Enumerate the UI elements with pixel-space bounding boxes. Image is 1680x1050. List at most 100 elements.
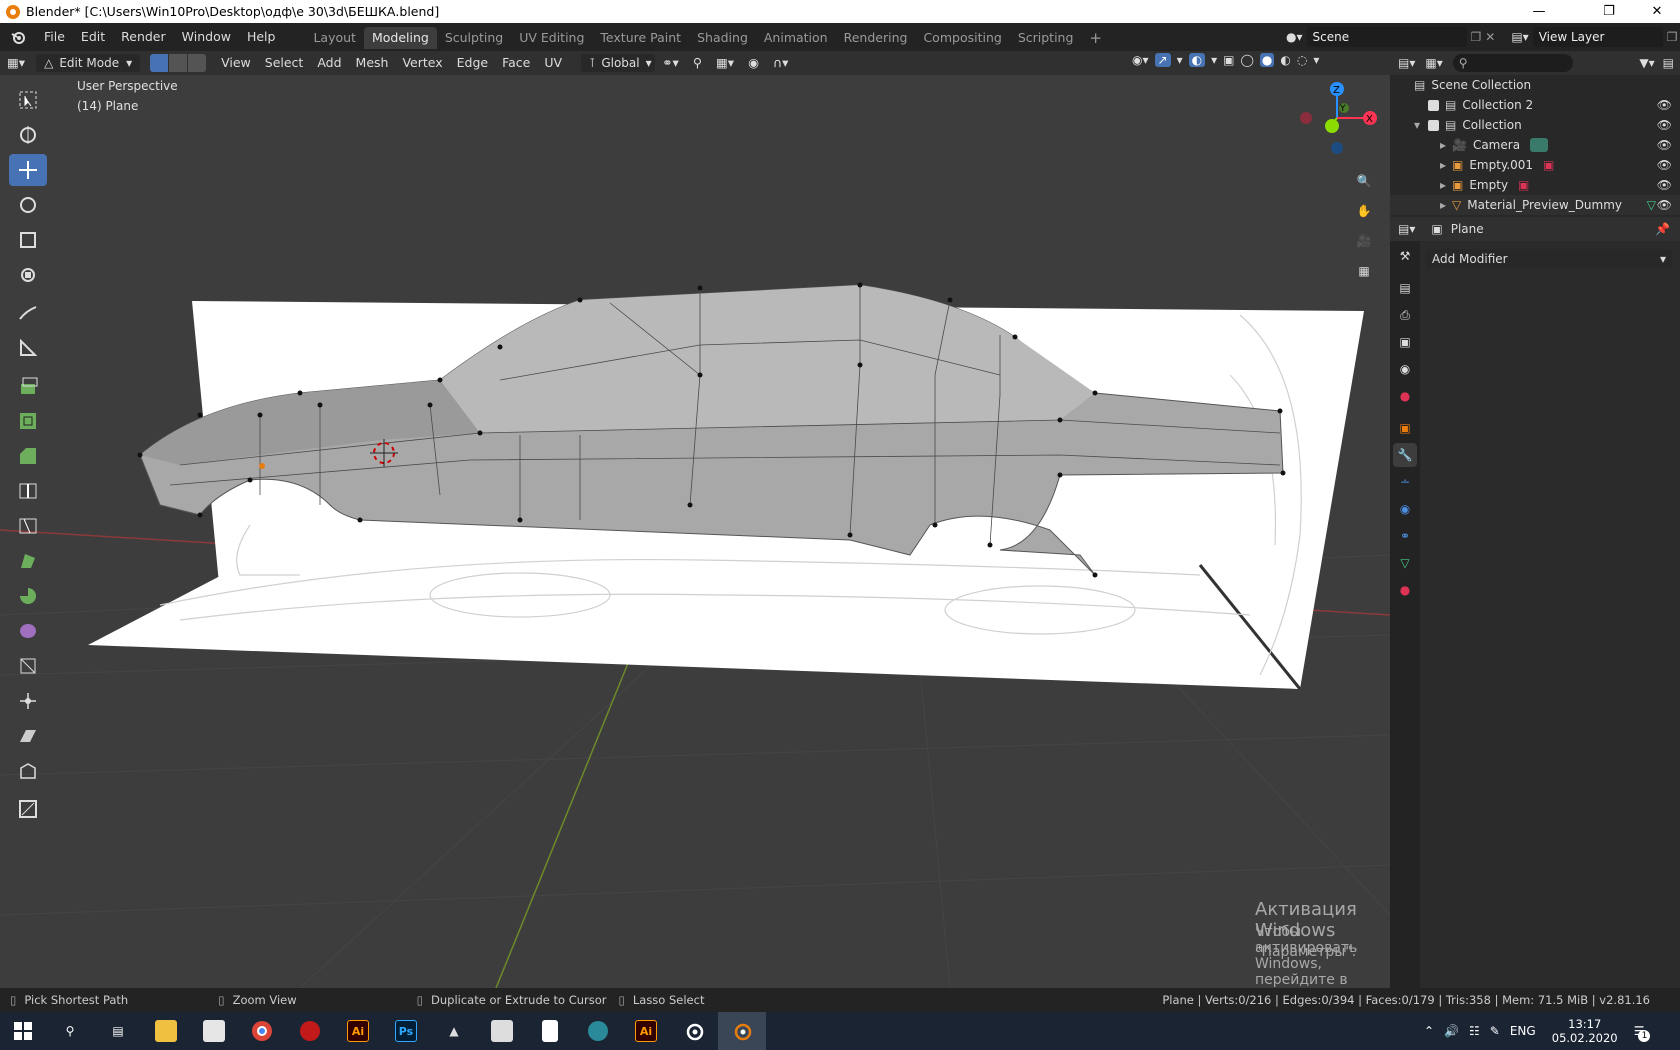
language-indicator[interactable]: ENG	[1510, 1024, 1536, 1038]
spin-tool-icon[interactable]	[9, 580, 47, 612]
xray-icon[interactable]: ▣	[1223, 53, 1234, 67]
image-reference-icon[interactable]	[9, 793, 47, 825]
data-tab-icon[interactable]: ▽	[1393, 551, 1417, 575]
loop-cut-tool-icon[interactable]	[9, 475, 47, 507]
material-tab-icon[interactable]: ●	[1393, 578, 1417, 602]
clock[interactable]: 13:17 05.02.2020	[1546, 1017, 1624, 1045]
view-layer-field[interactable]: View Layer	[1532, 27, 1663, 47]
smooth-tool-icon[interactable]	[9, 615, 47, 647]
tool-tab-icon[interactable]: ⚒	[1393, 244, 1417, 268]
pin-icon[interactable]: 📌	[1655, 222, 1670, 236]
expand-arrow-icon[interactable]: ▸	[1440, 158, 1452, 172]
file-explorer-icon[interactable]	[142, 1012, 190, 1050]
navigation-gizmo[interactable]: Z X Y	[1292, 80, 1382, 160]
tab-modeling[interactable]: Modeling	[363, 27, 437, 49]
rip-tool-icon[interactable]	[9, 755, 47, 787]
perspective-toggle-icon[interactable]: ▦	[1350, 257, 1378, 285]
extrude-tool-icon[interactable]	[9, 370, 47, 402]
properties-editor-icon[interactable]: ▤▾	[1398, 222, 1415, 236]
material-shading-icon[interactable]: ◐	[1280, 53, 1290, 67]
outliner-editor-icon[interactable]: ▤▾	[1398, 56, 1415, 70]
menu-select[interactable]: Select	[258, 53, 311, 73]
render-tab-icon[interactable]: ▤	[1393, 276, 1417, 300]
face-select-icon[interactable]	[188, 54, 207, 72]
inkscape-icon[interactable]: ▲	[430, 1012, 478, 1050]
add-workspace-icon[interactable]: +	[1081, 27, 1110, 49]
photoshop-icon[interactable]: Ps	[382, 1012, 430, 1050]
scene-new-icon[interactable]: ❐	[1471, 30, 1482, 44]
snap-target-icon[interactable]: ▦▾	[709, 53, 741, 73]
shear-tool-icon[interactable]	[9, 720, 47, 752]
scene-icon[interactable]: ●▾	[1286, 30, 1303, 44]
view-layer-tab-icon[interactable]: ▣	[1393, 330, 1417, 354]
display-mode-icon[interactable]: ▦▾	[1425, 56, 1442, 70]
shading-options-icon[interactable]: ▾	[1313, 53, 1319, 67]
illustrator-icon[interactable]: Ai	[334, 1012, 382, 1050]
tab-rendering[interactable]: Rendering	[836, 27, 916, 49]
eye-icon[interactable]: 👁	[1657, 198, 1672, 212]
teal-app-icon[interactable]	[574, 1012, 622, 1050]
view-layer-icon[interactable]: ▤▾	[1511, 30, 1528, 44]
tray-chevron-icon[interactable]: ⌃	[1424, 1024, 1434, 1038]
restore-button[interactable]: ❐	[1586, 0, 1632, 23]
filter-icon[interactable]: ▼▾	[1639, 56, 1654, 70]
output-tab-icon[interactable]: ⎙	[1393, 303, 1417, 327]
cursor-tool-icon[interactable]	[9, 119, 47, 151]
menu-window[interactable]: Window	[174, 23, 239, 51]
eye-icon[interactable]: 👁	[1657, 178, 1672, 192]
tab-shading[interactable]: Shading	[689, 27, 756, 49]
scene-tab-icon[interactable]: ◉	[1393, 357, 1417, 381]
illustrator-2-icon[interactable]: Ai	[622, 1012, 670, 1050]
red-app-icon[interactable]	[286, 1012, 334, 1050]
tab-compositing[interactable]: Compositing	[915, 27, 1009, 49]
outliner-row-collection-2[interactable]: ▤ Collection 2 👁	[1390, 95, 1680, 115]
menu-vertex[interactable]: Vertex	[395, 53, 449, 73]
notifications-icon[interactable]: ☰1	[1634, 1024, 1651, 1042]
chrome-icon[interactable]	[238, 1012, 286, 1050]
object-tab-icon[interactable]: ▣	[1393, 416, 1417, 440]
menu-face[interactable]: Face	[495, 53, 537, 73]
view-layer-new-icon[interactable]: ❐	[1667, 30, 1678, 44]
store-icon[interactable]	[190, 1012, 238, 1050]
menu-file[interactable]: File	[36, 23, 73, 51]
edge-slide-tool-icon[interactable]	[9, 650, 47, 682]
constraints-tab-icon[interactable]: ⚭	[1393, 524, 1417, 548]
tab-texture-paint[interactable]: Texture Paint	[592, 27, 689, 49]
eye-icon[interactable]: 👁	[1657, 98, 1672, 112]
expand-chevron-icon[interactable]: ▾	[1414, 118, 1428, 132]
menu-edge[interactable]: Edge	[450, 53, 495, 73]
outliner-row-empty[interactable]: ▸ ▣ Empty ▣ 👁	[1390, 175, 1680, 195]
scale-tool-icon[interactable]	[9, 224, 47, 256]
particles-tab-icon[interactable]: ∸	[1393, 470, 1417, 494]
network-icon[interactable]: ☷	[1469, 1024, 1480, 1038]
pivot-icon[interactable]: ⚭▾	[655, 53, 686, 73]
scene-canvas[interactable]	[0, 75, 1390, 988]
inset-tool-icon[interactable]	[9, 405, 47, 437]
tab-scripting[interactable]: Scripting	[1010, 27, 1082, 49]
select-box-tool-icon[interactable]	[9, 84, 47, 116]
windows-start-icon[interactable]	[0, 1012, 46, 1050]
gizmo-toggle-icon[interactable]: ↗	[1154, 53, 1171, 67]
image-data-icon[interactable]: ▣	[1543, 158, 1554, 172]
pan-hand-icon[interactable]: ✋	[1350, 197, 1378, 225]
visibility-icon[interactable]: ◉▾	[1132, 53, 1149, 67]
camera-view-icon[interactable]: 🎥	[1350, 227, 1378, 255]
eye-icon[interactable]: 👁	[1657, 138, 1672, 152]
blender-active-taskbar-icon[interactable]	[718, 1012, 766, 1050]
menu-render[interactable]: Render	[113, 23, 174, 51]
scene-field[interactable]: Scene	[1306, 27, 1467, 47]
editor-type-icon[interactable]: ▦▾	[0, 53, 32, 73]
scene-remove-icon[interactable]: ✕	[1485, 30, 1495, 44]
tab-animation[interactable]: Animation	[756, 27, 836, 49]
poly-build-tool-icon[interactable]	[9, 545, 47, 577]
rendered-shading-icon[interactable]: ◌	[1297, 53, 1307, 67]
exclude-checkbox[interactable]	[1428, 99, 1439, 111]
task-view-icon[interactable]: ▤	[94, 1012, 142, 1050]
outliner-search-input[interactable]: ⚲	[1452, 54, 1573, 72]
blender-taskbar-icon[interactable]	[670, 1012, 718, 1050]
top-reference-image[interactable]	[88, 565, 1300, 689]
volume-icon[interactable]: 🔊	[1444, 1024, 1459, 1038]
document-icon[interactable]	[526, 1012, 574, 1050]
overlay-dropdown-icon[interactable]: ▾	[1211, 53, 1217, 67]
annotate-tool-icon[interactable]	[9, 297, 47, 329]
